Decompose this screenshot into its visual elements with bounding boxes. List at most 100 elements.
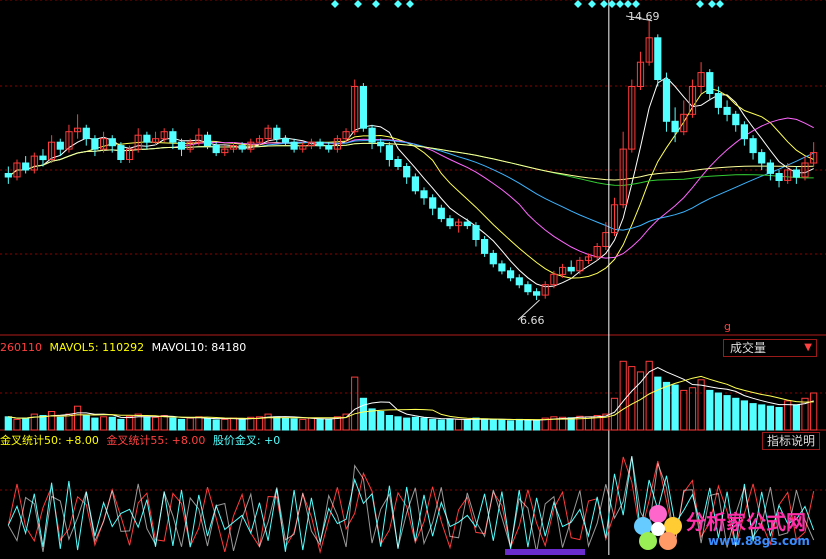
volume-bar bbox=[169, 417, 177, 431]
volume-bar bbox=[810, 392, 818, 431]
volume-bar bbox=[351, 376, 359, 431]
signal-diamond bbox=[696, 0, 704, 8]
signal-diamond bbox=[372, 0, 380, 8]
candle-body bbox=[143, 134, 151, 143]
signal-diamond bbox=[574, 0, 582, 8]
watermark-title: 分析家公式网 bbox=[686, 510, 806, 534]
candle-body bbox=[732, 113, 740, 126]
candle-body bbox=[91, 138, 99, 150]
volume-bar bbox=[56, 416, 64, 431]
candle-body bbox=[39, 155, 47, 161]
price-gc-label: 股价金叉: bbox=[212, 434, 261, 447]
volume-bar bbox=[758, 404, 766, 431]
volume-bar bbox=[429, 418, 437, 431]
candle-body bbox=[108, 138, 116, 147]
candle-body bbox=[662, 79, 671, 122]
volume-bar bbox=[325, 418, 333, 431]
volume-bar bbox=[307, 417, 315, 431]
candle-body bbox=[446, 218, 454, 227]
candle-body bbox=[377, 141, 385, 147]
candle-body bbox=[567, 266, 575, 272]
cross-marker-label: g bbox=[724, 320, 731, 333]
candle-body bbox=[316, 141, 324, 147]
volume-bar bbox=[316, 418, 324, 431]
volume-bar bbox=[229, 417, 238, 431]
volume-bar bbox=[281, 417, 290, 431]
candle-body bbox=[533, 291, 541, 296]
candle-body bbox=[706, 72, 714, 94]
volume-bar bbox=[30, 413, 38, 431]
volume-bar bbox=[706, 389, 714, 431]
volume-bar bbox=[714, 392, 722, 431]
candle-body bbox=[4, 173, 12, 178]
volume-bar bbox=[359, 397, 367, 431]
mavol5-value: 110292 bbox=[102, 341, 145, 354]
gc50-value: +8.00 bbox=[65, 434, 99, 447]
candle-body bbox=[325, 145, 333, 150]
flower-logo-icon bbox=[634, 505, 682, 550]
mavol5-label: MAVOL5: bbox=[49, 341, 99, 354]
volume-bar bbox=[377, 411, 385, 431]
candle-body bbox=[723, 106, 731, 115]
candle-body bbox=[385, 145, 393, 161]
candle-body bbox=[766, 162, 774, 174]
signal-diamond bbox=[632, 0, 640, 8]
volume-bar bbox=[524, 419, 532, 431]
candle-body bbox=[472, 225, 480, 241]
volume-bar bbox=[533, 420, 541, 431]
volume-bar bbox=[91, 417, 99, 431]
volume-bar bbox=[567, 417, 575, 431]
signal-diamond bbox=[616, 0, 624, 8]
price-gc-value: +0 bbox=[264, 434, 281, 447]
volume-bar bbox=[446, 418, 454, 431]
signal-diamond bbox=[708, 0, 716, 8]
volume-bar bbox=[489, 418, 497, 431]
candle-body bbox=[56, 141, 64, 150]
volume-bar bbox=[195, 416, 203, 431]
volume-bar bbox=[238, 418, 246, 431]
candle-body bbox=[238, 145, 246, 150]
volume-bar bbox=[22, 417, 30, 431]
volume-bar bbox=[481, 418, 489, 431]
volume-bar bbox=[619, 360, 627, 431]
candle-body bbox=[481, 239, 489, 254]
candle-body bbox=[758, 152, 766, 164]
candle-body bbox=[671, 120, 679, 133]
signal-diamond bbox=[331, 0, 339, 8]
volume-bar bbox=[507, 420, 515, 431]
indicator-select-button[interactable]: 成交量 ▼ bbox=[723, 339, 817, 357]
indicator-help-button[interactable]: 指标说明 bbox=[762, 432, 821, 450]
signal-diamond bbox=[600, 0, 608, 8]
candle-body bbox=[740, 124, 748, 140]
candle-body bbox=[281, 138, 290, 143]
mavol10-value: 84180 bbox=[211, 341, 247, 354]
volume-bar bbox=[472, 417, 480, 431]
volume-bar bbox=[723, 395, 731, 431]
volume-bar bbox=[792, 404, 800, 431]
candle-body bbox=[411, 176, 419, 192]
candle-body bbox=[792, 169, 800, 178]
signal-diamond bbox=[624, 0, 632, 8]
volume-bar bbox=[403, 417, 411, 431]
candle-body bbox=[654, 37, 662, 80]
volume-bar bbox=[628, 366, 636, 431]
volume-bar bbox=[177, 418, 186, 431]
volume-bar bbox=[654, 376, 662, 431]
candle-body bbox=[117, 145, 125, 161]
ma20-line bbox=[7, 117, 814, 259]
volume-bar bbox=[784, 400, 792, 431]
volume-bar bbox=[212, 419, 220, 431]
volume-bar bbox=[455, 418, 463, 431]
candle-body bbox=[420, 190, 428, 199]
gc50-label: 金叉统计50: bbox=[0, 434, 62, 447]
high-price-label: 14.69 bbox=[628, 10, 660, 23]
candle-body bbox=[524, 284, 532, 293]
mavol5-line bbox=[8, 367, 814, 421]
signal-diamond bbox=[394, 0, 402, 8]
signal-diamond bbox=[716, 0, 724, 8]
volume-bar bbox=[740, 400, 748, 431]
chevron-down-icon: ▼ bbox=[804, 342, 812, 353]
volume-bar bbox=[108, 416, 116, 431]
volume-bar bbox=[4, 416, 12, 431]
candle-body bbox=[437, 207, 445, 220]
